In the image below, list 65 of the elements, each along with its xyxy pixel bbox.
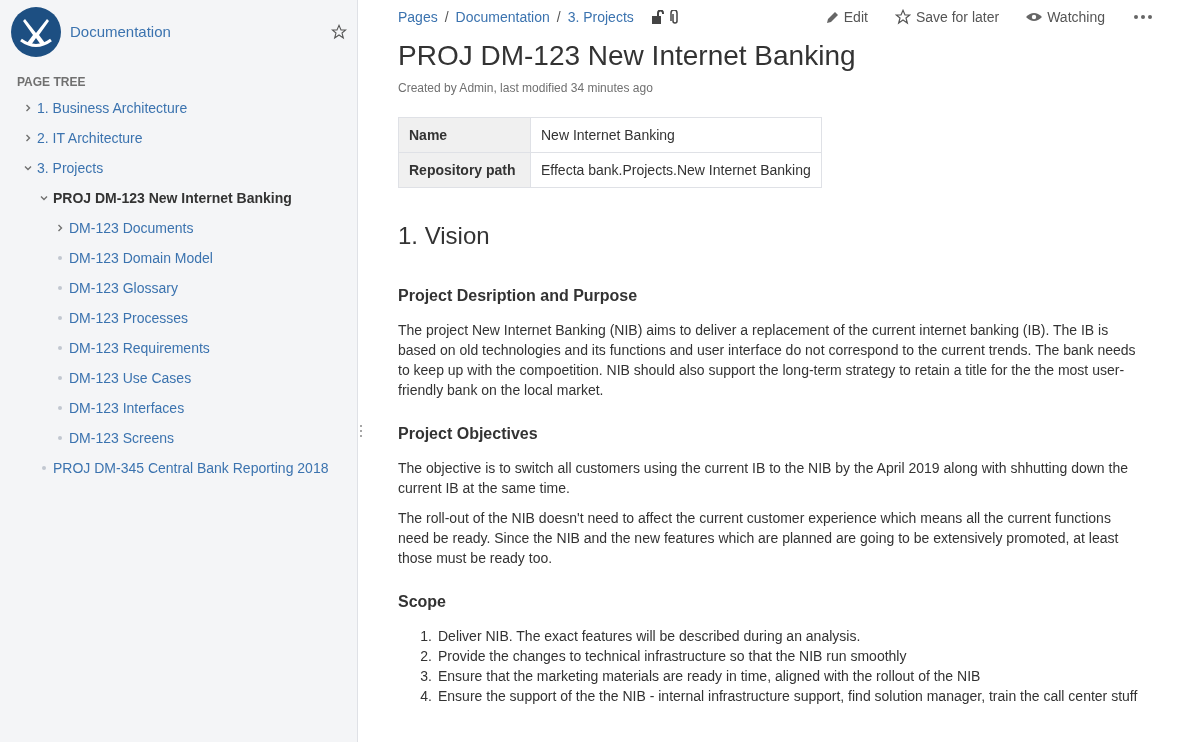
paragraph: The project New Internet Banking (NIB) aims to deliver a replacement of the current internet banking (IB). The IB is based on old technologies and its functions and user interface do not correspond to the current trends. The bank needs to keep up with the compoetition. NIB should also support the long-term strategy to retain a title for the the most user-friendly bank on the local market.	[398, 321, 1137, 400]
watch-button[interactable]: Watching	[1026, 6, 1105, 28]
tree-item-link[interactable]: DM-123 Glossary	[69, 277, 178, 299]
list-item-text: Ensure that the marketing materials are ready in time, aligned with the rollout of the NIB	[438, 667, 981, 686]
tree-item-link[interactable]: PROJ DM-123 New Internet Banking	[53, 187, 292, 209]
pencil-icon	[825, 10, 839, 24]
resize-handle-icon[interactable]	[359, 424, 363, 438]
breadcrumb-link[interactable]: 3. Projects	[567, 6, 634, 28]
paragraph: The objective is to switch all customers using the current IB to the NIB by the April 2019 along with shhutting down the current IB at the same time.	[398, 459, 1129, 498]
list-number: 2.	[419, 647, 433, 666]
list-item-text: Deliver NIB. The exact features will be described during an analysis.	[438, 627, 861, 646]
chevron-right-icon[interactable]	[24, 104, 32, 112]
chevron-right-icon[interactable]	[56, 224, 64, 232]
tree-item-link[interactable]: DM-123 Domain Model	[69, 247, 213, 269]
unlock-icon[interactable]	[651, 10, 664, 24]
breadcrumb-link[interactable]: Documentation	[455, 6, 550, 28]
save-button[interactable]: Save for later	[894, 6, 1000, 28]
bullet-icon	[58, 436, 62, 440]
star-icon	[894, 9, 911, 25]
section-heading: 1. Vision	[398, 221, 491, 251]
tree-item-link[interactable]: DM-123 Documents	[69, 217, 194, 239]
breadcrumb-separator: /	[444, 7, 449, 27]
tree-item-link[interactable]: DM-123 Use Cases	[69, 367, 192, 389]
subsection-heading: Scope	[398, 592, 447, 612]
chevron-down-icon[interactable]	[24, 164, 32, 172]
edit-button[interactable]: Edit	[825, 6, 868, 28]
bullet-icon	[58, 286, 62, 290]
paperclip-icon[interactable]	[669, 10, 680, 24]
breadcrumb-separator: /	[556, 7, 561, 27]
bullet-icon	[42, 466, 46, 470]
page-byline: Created by Admin, last modified 34 minutes ago	[398, 80, 654, 97]
space-logo-icon[interactable]	[11, 7, 61, 57]
list-number: 1.	[419, 627, 433, 646]
table-header-cell: Name	[398, 117, 531, 153]
subsection-heading: Project Objectives	[398, 424, 539, 444]
list-number: 3.	[419, 667, 433, 686]
bullet-icon	[58, 316, 62, 320]
section-heading: PAGE TREE	[17, 74, 87, 91]
chevron-right-icon[interactable]	[24, 134, 32, 142]
table-header-cell: Repository path	[398, 152, 531, 188]
page-title: PROJ DM-123 New Internet Banking	[398, 39, 857, 73]
bullet-icon	[58, 256, 62, 260]
tree-item-link[interactable]: DM-123 Interfaces	[69, 397, 185, 419]
tree-item-link[interactable]: 3. Projects	[37, 157, 104, 179]
paragraph: The roll-out of the NIB doesn't need to affect the current customer experience which means all the current functions need be ready. Since the NIB and the new features which are planned are going to be extensively promoted, at least those must be ready too.	[398, 509, 1120, 568]
tree-item-link[interactable]: DM-123 Processes	[69, 307, 189, 329]
bullet-icon	[58, 376, 62, 380]
list-item-text: Ensure the support of the the NIB - internal infrastructure support, find solution manager, train the call center stuff	[438, 687, 1138, 706]
bullet-icon	[58, 406, 62, 410]
tree-item-link[interactable]: PROJ DM-345 Central Bank Reporting 2018	[53, 457, 329, 479]
chevron-down-icon[interactable]	[40, 194, 48, 202]
tree-item-link[interactable]: 2. IT Architecture	[37, 127, 143, 149]
list-number: 4.	[419, 687, 433, 706]
eye-icon	[1026, 12, 1043, 22]
tree-item-link[interactable]: DM-123 Requirements	[69, 337, 210, 359]
list-item-text: Provide the changes to technical infrastructure so that the NIB run smoothly	[438, 647, 907, 666]
subsection-heading: Project Desription and Purpose	[398, 286, 639, 306]
breadcrumb-link[interactable]: Pages	[398, 6, 438, 28]
space-name-link[interactable]: Documentation	[70, 20, 171, 44]
bullet-icon	[58, 346, 62, 350]
tree-item-link[interactable]: 1. Business Architecture	[37, 97, 188, 119]
table-cell: New Internet Banking	[530, 117, 822, 153]
tree-item-link[interactable]: DM-123 Screens	[69, 427, 175, 449]
star-icon[interactable]	[331, 24, 347, 40]
table-cell: Effecta bank.Projects.New Internet Banking	[530, 152, 822, 188]
